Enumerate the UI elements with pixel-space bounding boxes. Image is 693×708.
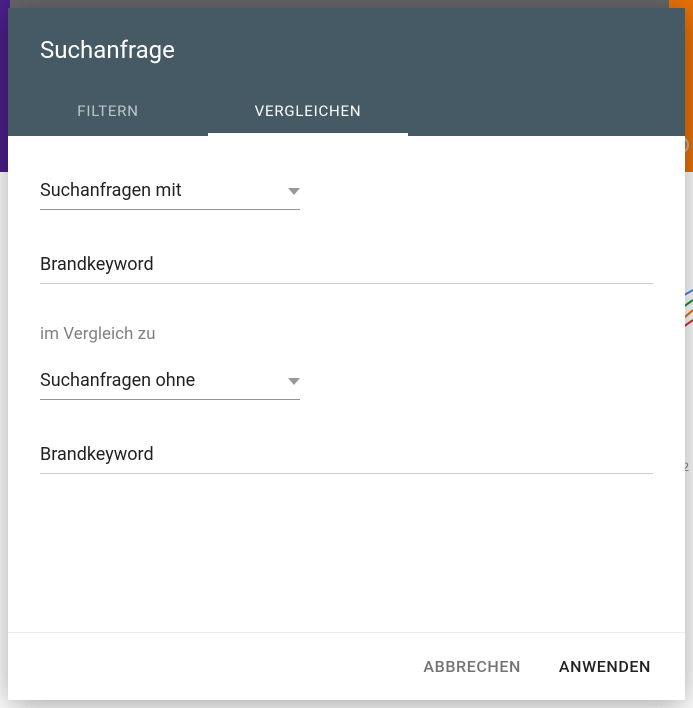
query-value-input-1[interactable] [40, 244, 653, 284]
dialog-tabs: FILTERN VERGLEICHEN [8, 84, 685, 136]
chevron-down-icon [288, 181, 300, 200]
dialog-title: Suchanfrage [8, 8, 685, 84]
select-query-type-1-label: Suchanfragen mit [40, 180, 270, 201]
dialog-footer: ABBRECHEN ANWENDEN [8, 632, 685, 700]
apply-button[interactable]: ANWENDEN [557, 653, 653, 680]
dialog-body: Suchanfragen mit im Vergleich zu Suchanf… [8, 136, 685, 632]
select-query-type-2[interactable]: Suchanfragen ohne [40, 362, 300, 400]
select-query-type-1[interactable]: Suchanfragen mit [40, 172, 300, 210]
chevron-down-icon [288, 371, 300, 390]
cancel-button[interactable]: ABBRECHEN [421, 653, 523, 680]
search-query-dialog: Suchanfrage FILTERN VERGLEICHEN Suchanfr… [8, 8, 685, 700]
compare-to-label: im Vergleich zu [40, 324, 653, 344]
dialog-header: Suchanfrage FILTERN VERGLEICHEN [8, 8, 685, 136]
select-query-type-2-label: Suchanfragen ohne [40, 370, 270, 391]
tab-compare[interactable]: VERGLEICHEN [208, 84, 408, 136]
tab-filter[interactable]: FILTERN [8, 84, 208, 136]
query-value-input-2[interactable] [40, 434, 653, 474]
